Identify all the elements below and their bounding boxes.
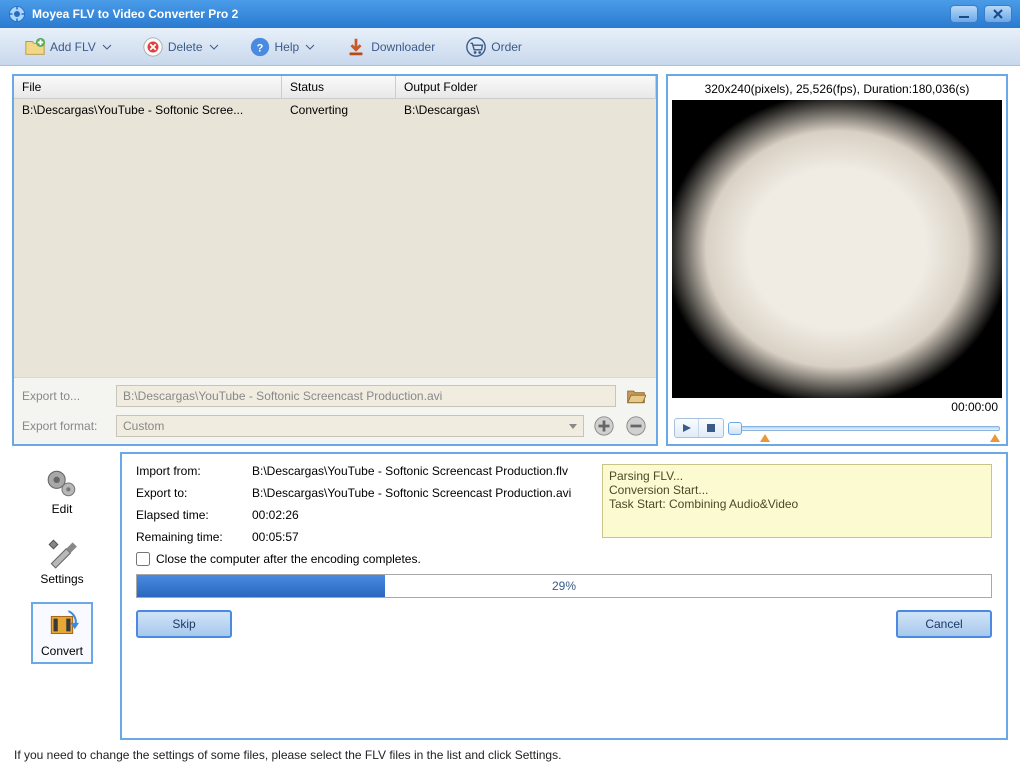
preview-panel: 320x240(pixels), 25,526(fps), Duration:1… [666,74,1008,446]
progress-text: 29% [137,575,991,597]
add-flv-button[interactable]: Add FLV [18,33,118,61]
app-icon [8,5,26,23]
play-button[interactable] [675,419,699,437]
video-frame [672,100,1002,398]
delete-button[interactable]: Delete [136,33,225,61]
slider-thumb[interactable] [728,422,742,435]
browse-button[interactable] [624,384,648,408]
file-list-header: File Status Output Folder [14,76,656,99]
header-file[interactable]: File [14,76,282,98]
toolbar: Add FLV Delete ? Help Downloader Order [0,28,1020,66]
elapsed-time-value: 00:02:26 [252,508,584,522]
range-start-marker[interactable] [760,434,770,442]
skip-button[interactable]: Skip [136,610,232,638]
cancel-button[interactable]: Cancel [896,610,992,638]
convert-label: Convert [41,644,83,658]
remaining-time-label: Remaining time: [136,530,248,544]
file-list[interactable]: File Status Output Folder B:\Descargas\Y… [14,76,656,377]
import-from-value: B:\Descargas\YouTube - Softonic Screenca… [252,464,584,478]
range-end-marker[interactable] [990,434,1000,442]
cell-output: B:\Descargas\ [396,101,656,119]
downloader-label: Downloader [371,40,435,54]
export-to-info-value: B:\Descargas\YouTube - Softonic Screenca… [252,486,584,500]
header-output[interactable]: Output Folder [396,76,656,98]
chevron-down-icon [209,42,219,52]
progress-bar: 29% [136,574,992,598]
header-status[interactable]: Status [282,76,396,98]
log-line: Parsing FLV... [609,469,985,483]
edit-label: Edit [52,502,73,516]
help-icon: ? [249,36,271,58]
chevron-down-icon [102,42,112,52]
close-computer-checkbox[interactable] [136,552,150,566]
remaining-time-value: 00:05:57 [252,530,584,544]
preview-display[interactable] [672,100,1002,398]
gears-icon [45,466,79,500]
elapsed-time-label: Elapsed time: [136,508,248,522]
download-icon [345,36,367,58]
titlebar: Moyea FLV to Video Converter Pro 2 [0,0,1020,28]
minimize-button[interactable] [950,5,978,23]
export-to-label: Export to... [22,389,108,403]
chevron-down-icon [569,424,577,429]
order-button[interactable]: Order [459,33,528,61]
delete-icon [142,36,164,58]
add-flv-label: Add FLV [50,40,96,54]
edit-tool[interactable]: Edit [37,462,87,520]
close-computer-label: Close the computer after the encoding co… [156,552,421,566]
order-label: Order [491,40,522,54]
settings-label: Settings [40,572,83,586]
export-to-field[interactable]: B:\Descargas\YouTube - Softonic Screenca… [116,385,616,407]
delete-label: Delete [168,40,203,54]
help-button[interactable]: ? Help [243,33,322,61]
log-box: Parsing FLV... Conversion Start... Task … [602,464,992,538]
file-list-panel: File Status Output Folder B:\Descargas\Y… [12,74,658,446]
window-title: Moyea FLV to Video Converter Pro 2 [32,7,950,21]
statusbar: If you need to change the settings of so… [0,744,1020,768]
export-format-select[interactable]: Custom [116,415,584,437]
export-format-label: Export format: [22,419,108,433]
close-button[interactable] [984,5,1012,23]
progress-panel: Import from: B:\Descargas\YouTube - Soft… [120,452,1008,740]
log-line: Task Start: Combining Audio&Video [609,497,985,511]
tools-icon [45,536,79,570]
folder-plus-icon [24,36,46,58]
add-format-button[interactable] [592,414,616,438]
import-from-label: Import from: [136,464,248,478]
preview-time: 00:00:00 [672,398,1002,416]
convert-tool[interactable]: Convert [31,602,93,664]
downloader-button[interactable]: Downloader [339,33,441,61]
svg-text:?: ? [256,42,263,54]
cell-file: B:\Descargas\YouTube - Softonic Scree... [14,101,282,119]
cell-status: Converting [282,101,396,119]
settings-tool[interactable]: Settings [32,532,91,590]
help-label: Help [275,40,300,54]
log-line: Conversion Start... [609,483,985,497]
slider-track [728,426,1000,431]
table-row[interactable]: B:\Descargas\YouTube - Softonic Scree...… [14,99,656,121]
cart-icon [465,36,487,58]
tool-column: Edit Settings Convert [12,452,112,740]
chevron-down-icon [305,42,315,52]
export-to-info-label: Export to: [136,486,248,500]
convert-icon [45,608,79,642]
stop-button[interactable] [699,419,723,437]
remove-format-button[interactable] [624,414,648,438]
preview-info: 320x240(pixels), 25,526(fps), Duration:1… [672,80,1002,100]
